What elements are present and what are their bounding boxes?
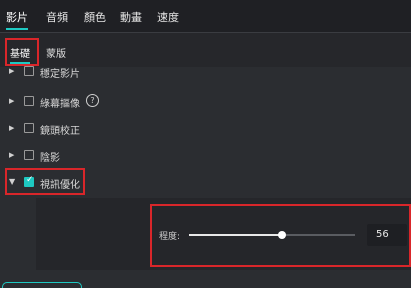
checkbox-lens-correction[interactable] [24, 123, 34, 133]
expand-arrow-icon[interactable]: ▼ [9, 177, 15, 186]
checkbox-video-enhance[interactable] [24, 175, 34, 187]
checkbox-stabilize[interactable] [24, 66, 34, 76]
list-item-label: 陰影 [40, 153, 60, 164]
subtab-basic[interactable]: 基礎 [10, 45, 30, 60]
slider-label: 程度: [159, 232, 181, 242]
list-item[interactable]: ▼ 視訊優化 [0, 172, 411, 194]
list-item[interactable]: ▶ 穩定影片 [0, 61, 411, 83]
level-slider[interactable] [189, 231, 355, 239]
tab-animation[interactable]: 動畫 [120, 9, 142, 25]
effects-list: ▶ 穩定影片 ▶ 綠幕摳像 ? ▶ 鏡頭校正 ▶ 陰影 ▼ 視訊優化 [0, 66, 411, 197]
checkbox-shadow[interactable] [24, 150, 34, 160]
list-item-label: 穩定影片 [40, 69, 80, 80]
list-item[interactable]: ▶ 綠幕摳像 ? [0, 91, 411, 113]
checkbox-chroma-key[interactable] [24, 96, 34, 106]
properties-panel: 影片 音頻 顏色 動畫 速度 基礎 蒙版 ▶ 穩定影片 ▶ 綠幕摳像 ? ▶ 鏡 [0, 0, 411, 288]
level-value-field[interactable]: 56 [367, 224, 407, 246]
tab-speed[interactable]: 速度 [157, 9, 179, 25]
collapse-arrow-icon[interactable]: ▶ [9, 124, 14, 132]
collapse-arrow-icon[interactable]: ▶ [9, 151, 14, 159]
list-item[interactable]: ▶ 鏡頭校正 [0, 118, 411, 140]
list-item-label: 綠幕摳像 [40, 99, 80, 110]
active-tab-indicator [6, 28, 28, 30]
tab-video[interactable]: 影片 [6, 9, 28, 25]
slider-fill [189, 234, 282, 236]
list-item-label: 鏡頭校正 [40, 126, 80, 137]
subtab-mask[interactable]: 蒙版 [46, 45, 66, 60]
list-item-label: 視訊優化 [40, 180, 80, 191]
tab-audio[interactable]: 音頻 [46, 9, 68, 25]
collapse-arrow-icon[interactable]: ▶ [9, 97, 14, 105]
help-icon[interactable]: ? [86, 94, 99, 107]
tab-color[interactable]: 顏色 [84, 9, 106, 25]
footer-button[interactable] [2, 282, 82, 288]
collapse-arrow-icon[interactable]: ▶ [9, 67, 14, 75]
slider-handle[interactable] [278, 231, 286, 239]
level-value: 56 [376, 229, 389, 240]
top-tab-bar: 影片 音頻 顏色 動畫 速度 [0, 0, 411, 33]
list-item[interactable]: ▶ 陰影 [0, 145, 411, 167]
